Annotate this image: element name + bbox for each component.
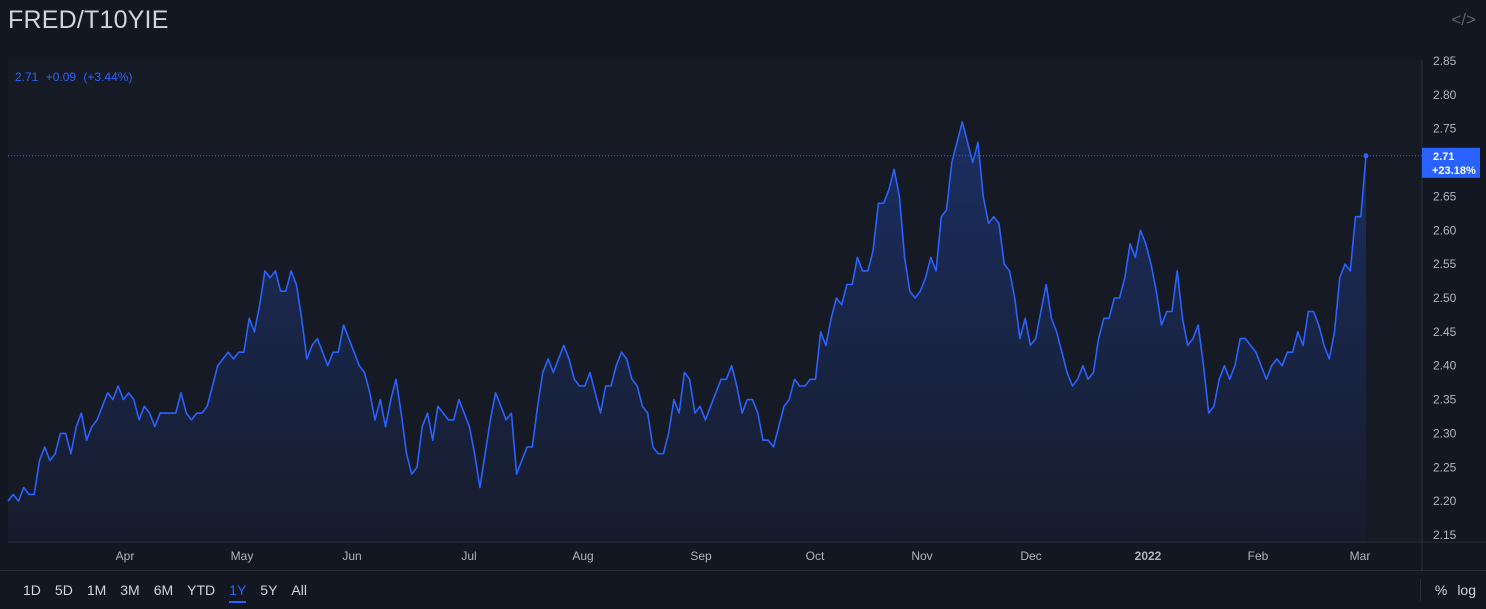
x-tick-label: May (231, 549, 254, 563)
log-scale-button[interactable]: log (1457, 582, 1476, 598)
percent-scale-button[interactable]: % (1435, 582, 1447, 598)
price-label: 2.71 +23.18% (1422, 147, 1480, 178)
x-tick-label: 2022 (1135, 549, 1162, 563)
y-tick-label: 2.65 (1433, 189, 1457, 203)
x-axis: Apr May Jun Jul Aug Sep Oct Nov Dec 2022 Feb Mar (116, 549, 1371, 563)
x-tick-label: Oct (806, 549, 825, 563)
price-badge-value: 2.71 (1433, 151, 1454, 163)
last-point (1363, 153, 1369, 159)
range-5d[interactable]: 5D (48, 582, 80, 598)
legend-value: 2.71 (15, 70, 39, 84)
scale-controls: % log (1419, 571, 1486, 609)
range-1y[interactable]: 1Y (222, 582, 253, 603)
x-tick-label: Feb (1248, 549, 1269, 563)
y-tick-label: 2.15 (1433, 528, 1457, 542)
y-tick-label: 2.35 (1433, 393, 1457, 407)
y-tick-label: 2.85 (1433, 54, 1457, 68)
y-tick-label: 2.30 (1433, 426, 1457, 440)
x-tick-label: Nov (911, 549, 932, 563)
y-tick-label: 2.55 (1433, 257, 1457, 271)
y-tick-label: 2.25 (1433, 460, 1457, 474)
legend: 2.71 +0.09 (+3.44%) (15, 70, 136, 84)
y-tick-label: 2.60 (1433, 223, 1457, 237)
y-tick-label: 2.50 (1433, 291, 1457, 305)
x-tick-label: Apr (116, 549, 135, 563)
range-selector: 1D 5D 1M 3M 6M YTD 1Y 5Y All (16, 582, 314, 603)
x-tick-label: Aug (572, 549, 593, 563)
price-chart[interactable]: 2.852.802.752.702.652.602.552.502.452.40… (0, 0, 1486, 570)
range-3m[interactable]: 3M (113, 582, 146, 598)
y-tick-label: 2.40 (1433, 359, 1457, 373)
x-tick-label: Mar (1350, 549, 1371, 563)
y-tick-label: 2.20 (1433, 494, 1457, 508)
bottom-toolbar: 1D 5D 1M 3M 6M YTD 1Y 5Y All % log (0, 570, 1486, 609)
range-1d[interactable]: 1D (16, 582, 48, 598)
range-ytd[interactable]: YTD (180, 582, 222, 598)
y-axis: 2.852.802.752.702.652.602.552.502.452.40… (1433, 54, 1457, 542)
y-tick-label: 2.80 (1433, 88, 1457, 102)
range-all[interactable]: All (284, 582, 314, 598)
price-badge-percent: +23.18% (1432, 165, 1476, 177)
x-tick-label: Jun (342, 549, 361, 563)
legend-change-percent: (+3.44%) (83, 70, 133, 84)
x-tick-label: Dec (1020, 549, 1041, 563)
y-tick-label: 2.75 (1433, 122, 1457, 136)
y-tick-label: 2.45 (1433, 325, 1457, 339)
divider (1419, 579, 1421, 601)
x-tick-label: Jul (461, 549, 476, 563)
range-6m[interactable]: 6M (147, 582, 180, 598)
range-5y[interactable]: 5Y (253, 582, 284, 598)
x-tick-label: Sep (690, 549, 712, 563)
range-1m[interactable]: 1M (80, 582, 113, 598)
legend-change: +0.09 (45, 70, 77, 84)
